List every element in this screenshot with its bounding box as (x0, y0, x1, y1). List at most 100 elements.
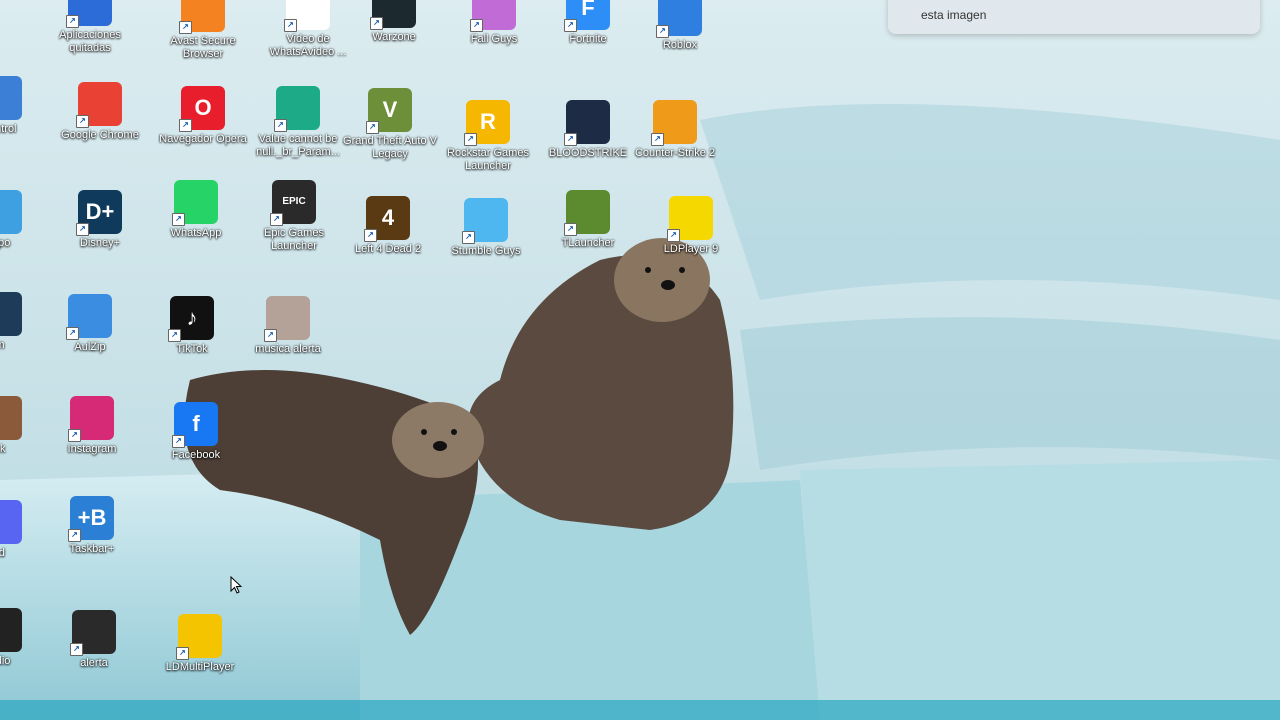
equipo-icon: ↗ (0, 190, 22, 234)
shortcut-arrow-icon: ↗ (667, 229, 680, 242)
bloodstrike-icon: ↗ (564, 100, 610, 146)
desktop-shortcut-label: Epic Games Launcher (264, 227, 324, 252)
desktop-shortcut[interactable]: ↗ Fall Guys (446, 0, 542, 46)
desktop-shortcut-label: BLOODSTRIKE (548, 147, 628, 159)
desktop-shortcut[interactable]: 4 ↗ Left 4 Dead 2 (340, 196, 436, 256)
desktop-shortcut[interactable]: ↗ uipo (0, 190, 48, 250)
desktop-shortcut[interactable]: ↗ Value cannot be null._br_Param... (250, 86, 346, 159)
desktop-shortcut[interactable]: V ↗ Grand Theft Auto V Legacy (342, 88, 438, 161)
shortcut-arrow-icon: ↗ (179, 21, 192, 34)
disney-plus-icon: D+ ↗ (76, 190, 122, 236)
desktop-shortcut[interactable]: ↗ Warzone (346, 0, 442, 44)
notification-toast[interactable]: esta imagen (888, 0, 1260, 34)
desktop-shortcut[interactable]: ↗ musica alerta (240, 296, 336, 356)
desktop-shortcut[interactable]: ↗ Video de WhatsAvideo ... (260, 0, 356, 59)
desktop-shortcut[interactable]: ↗ Google Chrome (52, 82, 148, 142)
shortcut-arrow-icon: ↗ (270, 213, 283, 226)
desktop-shortcut[interactable]: ↗ control (0, 76, 48, 136)
shortcut-arrow-icon: ↗ (370, 17, 383, 30)
left-edge-app-icon: ↗ (0, 292, 22, 336)
desktop-shortcut[interactable]: ↗ alerta (46, 610, 142, 670)
desktop-shortcut-label: TikTok (176, 343, 208, 355)
counter-strike-2-icon: ↗ (651, 100, 697, 146)
shortcut-arrow-icon: ↗ (464, 133, 477, 146)
desktop-shortcut[interactable]: ↗ LDPlayer 9 (643, 196, 739, 256)
aulzip-icon: ↗ (66, 294, 112, 340)
shortcut-arrow-icon: ↗ (179, 119, 192, 132)
desktop-shortcut-label: udio (0, 655, 11, 667)
desktop-shortcut-label: TLauncher (561, 237, 615, 249)
desktop-shortcut-label: uipo (0, 237, 11, 249)
desktop-shortcut-label: m (0, 339, 48, 352)
desktop-shortcut[interactable]: ↗ udio (0, 608, 48, 668)
shortcut-arrow-icon: ↗ (274, 119, 287, 132)
shortcut-arrow-icon: ↗ (76, 223, 89, 236)
desktop-shortcut[interactable]: ↗ Instagram (44, 396, 140, 456)
desktop-shortcut[interactable]: ↗ AulZip (42, 294, 138, 354)
desktop-shortcut-label: AulZip (74, 341, 106, 353)
shortcut-arrow-icon: ↗ (462, 231, 475, 244)
warzone-icon: ↗ (370, 0, 416, 30)
desktop-shortcut-label: WhatsApp (170, 227, 222, 239)
desktop-shortcut-label: Stumble Guys (451, 245, 521, 257)
desktop-shortcut[interactable]: ↗ LDMultiPlayer (152, 614, 248, 674)
desktop-shortcut[interactable]: ↗ Counter-Strike 2 (627, 100, 723, 160)
desktop-shortcut-label: Navegador Opera (159, 133, 247, 145)
shortcut-arrow-icon: ↗ (651, 133, 664, 146)
desktop-shortcut[interactable]: ↗ Roblox (632, 0, 728, 52)
musica-alerta-icon: ↗ (264, 296, 310, 342)
stumble-guys-icon: ↗ (462, 198, 508, 244)
desktop-shortcut[interactable]: ↗ WhatsApp (148, 180, 244, 240)
desktop-shortcut-label: Video de WhatsAvideo ... (269, 33, 347, 58)
desktop-shortcut[interactable]: ↗ TLauncher (540, 190, 636, 250)
epic-games-launcher-icon: EPIC ↗ (270, 180, 316, 226)
desktop-shortcut[interactable]: ↗ BLOODSTRIKE (540, 100, 636, 160)
shortcut-arrow-icon: ↗ (68, 529, 81, 542)
desktop-shortcut[interactable]: ↗ Stumble Guys (438, 198, 534, 258)
desktop-shortcut[interactable]: ↗ rd (0, 500, 48, 560)
gta-v-icon: V ↗ (366, 88, 412, 134)
desktop-shortcut-label: Rockstar Games Launcher (447, 147, 529, 172)
shortcut-arrow-icon: ↗ (264, 329, 277, 342)
desktop-shortcut-label: Aplicaciones quitadas (59, 29, 121, 54)
desktop-shortcut-label: Left 4 Dead 2 (354, 243, 422, 255)
desktop-shortcut[interactable]: +B ↗ Taskbar+ (44, 496, 140, 556)
desktop-shortcut-label: Fortnite (569, 33, 607, 45)
desktop-shortcut[interactable]: EPIC ↗ Epic Games Launcher (246, 180, 342, 253)
facebook-icon: f ↗ (172, 402, 218, 448)
desktop-shortcut[interactable]: ↗ ck (0, 396, 48, 456)
shortcut-arrow-icon: ↗ (172, 435, 185, 448)
desktop-shortcut-label: musica alerta (255, 343, 321, 355)
desktop-shortcut-label: Value cannot be null._br_Param... (256, 133, 340, 158)
fall-guys-icon: ↗ (470, 0, 516, 32)
fortnite-icon: F ↗ (564, 0, 610, 32)
desktop-shortcut-label: Google Chrome (61, 129, 139, 141)
desktop-shortcut[interactable]: ♪ ↗ TikTok (144, 296, 240, 356)
video-file-icon: ↗ (284, 0, 330, 32)
avast-secure-browser-icon: ↗ (179, 0, 225, 34)
shortcut-arrow-icon: ↗ (564, 133, 577, 146)
microsoft-edge-icon: ↗ (274, 86, 320, 132)
mouse-cursor-icon (230, 576, 242, 594)
desktop-shortcut-label: ck (0, 443, 6, 455)
desktop-shortcut-label: Warzone (372, 31, 416, 43)
desktop-shortcut[interactable]: F ↗ Fortnite (540, 0, 636, 46)
shortcut-arrow-icon: ↗ (176, 647, 189, 660)
desktop-shortcut[interactable]: O ↗ Navegador Opera (155, 86, 251, 146)
desktop-shortcut[interactable]: f ↗ Facebook (148, 402, 244, 462)
desktop-shortcut-label: Instagram (67, 443, 117, 455)
desktop-shortcut[interactable]: R ↗ Rockstar Games Launcher (440, 100, 536, 173)
desktop-shortcut[interactable]: ↗ Aplicaciones quitadas (42, 0, 138, 55)
desktop-shortcut[interactable]: ↗m (0, 292, 48, 352)
shortcut-arrow-icon: ↗ (66, 327, 79, 340)
desktop-shortcut[interactable]: D+ ↗ Disney+ (52, 190, 148, 250)
shortcut-arrow-icon: ↗ (70, 643, 83, 656)
desktop-shortcut-label: rd (0, 547, 5, 559)
left-edge-audio-icon: ↗ (0, 608, 22, 652)
notification-text: esta imagen (921, 8, 987, 22)
desktop-shortcut-label: Disney+ (79, 237, 121, 249)
desktop-shortcut-label: Facebook (171, 449, 221, 461)
desktop-shortcut[interactable]: ↗ Avast Secure Browser (155, 0, 251, 61)
left-4-dead-2-icon: 4 ↗ (364, 196, 410, 242)
shortcut-arrow-icon: ↗ (284, 19, 297, 32)
